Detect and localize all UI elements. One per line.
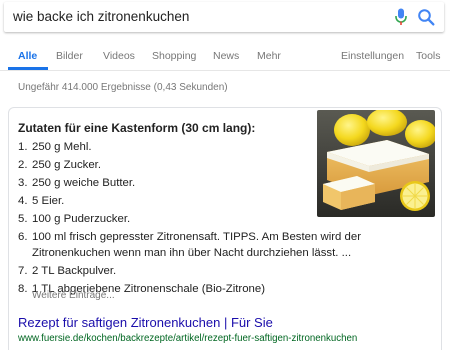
- list-item-number: 6.: [18, 231, 28, 244]
- list-item-text: 250 g Mehl.: [32, 141, 92, 153]
- list-item: 7. 2 TL Backpulver.: [18, 264, 363, 280]
- list-item-number: 5.: [18, 213, 28, 226]
- list-item-number: 8.: [18, 283, 28, 296]
- list-item: 3. 250 g weiche Butter.: [18, 176, 363, 192]
- tab-shopping[interactable]: Shopping: [152, 50, 196, 62]
- list-item-text: 100 ml frisch gepresster Zitronensaft. T…: [32, 231, 361, 259]
- list-item-number: 2.: [18, 159, 28, 172]
- list-item: 1. 250 g Mehl.: [18, 140, 363, 156]
- result-title-link[interactable]: Rezept für saftigen Zitronenkuchen | Für…: [18, 315, 273, 330]
- list-item-text: 5 Eier.: [32, 195, 65, 208]
- lemon-cake-photo[interactable]: [317, 110, 435, 217]
- list-item-number: 3.: [18, 177, 28, 190]
- tab-news[interactable]: News: [213, 50, 239, 62]
- settings-link[interactable]: Einstellungen: [341, 50, 404, 62]
- list-item: 5. 100 g Puderzucker.: [18, 212, 363, 228]
- result-url[interactable]: www.fuersie.de/kochen/backrezepte/artike…: [18, 333, 357, 344]
- tools-link[interactable]: Tools: [416, 50, 441, 62]
- search-tabs: Alle Bilder Videos Shopping News Mehr Ei…: [0, 42, 450, 70]
- list-item-text: 250 g weiche Butter.: [32, 177, 136, 190]
- list-item: 6. 100 ml frisch gepresster Zitronensaft.…: [18, 230, 363, 261]
- tab-videos[interactable]: Videos: [103, 50, 135, 62]
- more-items-link[interactable]: Weitere Einträge...: [32, 290, 115, 301]
- list-item-text: 2 TL Backpulver.: [32, 265, 117, 278]
- snippet-heading: Zutaten für eine Kastenform (30 cm lang)…: [18, 121, 256, 135]
- list-item-number: 1.: [18, 141, 28, 153]
- tab-bilder[interactable]: Bilder: [56, 50, 83, 62]
- list-item-text: 250 g Zucker.: [32, 159, 102, 172]
- microphone-icon[interactable]: [394, 8, 408, 26]
- tab-mehr[interactable]: Mehr: [257, 50, 281, 62]
- list-item: 2. 250 g Zucker.: [18, 158, 363, 174]
- tab-alle[interactable]: Alle: [18, 50, 37, 62]
- search-bar[interactable]: [4, 2, 444, 32]
- result-stats: Ungefähr 414.000 Ergebnisse (0,43 Sekund…: [18, 82, 228, 93]
- list-item-number: 7.: [18, 265, 28, 278]
- list-item: 4. 5 Eier.: [18, 194, 363, 210]
- list-item-number: 4.: [18, 195, 28, 208]
- search-icon[interactable]: [417, 8, 435, 26]
- tabs-divider: [0, 70, 450, 71]
- ingredient-list: 1. 250 g Mehl. 2. 250 g Zucker. 3. 250 g we…: [18, 140, 363, 300]
- search-input[interactable]: [13, 9, 383, 24]
- list-item-text: 100 g Puderzucker.: [32, 213, 131, 226]
